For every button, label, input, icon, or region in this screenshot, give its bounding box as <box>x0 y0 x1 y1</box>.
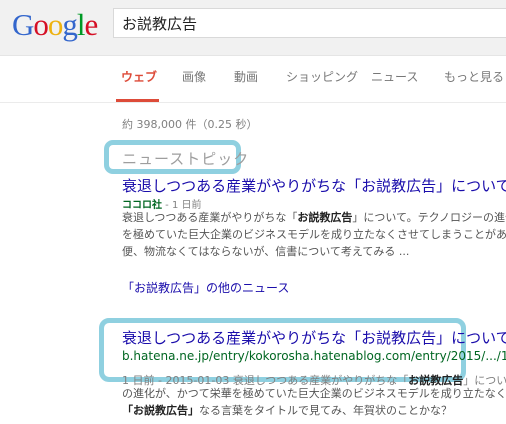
news-topic-heading: ニューストピック <box>122 150 250 168</box>
web-result-title[interactable]: 衰退しつつある産業がやりがちな「お説教広告」について <box>122 327 506 348</box>
logo-letter-g2: g <box>62 7 77 42</box>
google-logo[interactable]: Google <box>12 7 99 43</box>
tab-more[interactable]: もっと見る <box>444 68 506 85</box>
logo-letter-o1: o <box>33 7 48 42</box>
news-result-title[interactable]: 衰退しつつある産業がやりがちな「お説教広告」について <box>122 175 506 196</box>
logo-letter-g: G <box>12 7 34 42</box>
news-snippet-line-3: 便、物流なくてはならないが、信書について考えてみる ... <box>122 245 410 258</box>
snippet-highlight: 「お説教広告」 <box>122 404 199 417</box>
tab-news[interactable]: ニュース <box>371 68 418 85</box>
logo-letter-l: l <box>76 7 86 42</box>
tab-images[interactable]: 画像 <box>182 68 206 85</box>
active-tab-indicator <box>116 99 159 102</box>
web-snippet-line-2: の進化が、かつて栄華を極めていた巨大企業のビジネスモデルを成り立たなく <box>122 387 506 400</box>
snippet-text: 」について。テクノロジーの進化が <box>352 211 506 224</box>
result-stats: 約 398,000 件（0.25 秒） <box>122 118 258 131</box>
logo-letter-e: e <box>84 7 99 42</box>
snippet-highlight: お説教広告 <box>297 211 353 224</box>
tab-web[interactable]: ウェブ <box>121 68 157 85</box>
web-snippet-line-3: 「お説教広告」なる言葉をタイトルで見てみ、年賀状のことかな？ <box>122 402 452 419</box>
news-snippet-line-1: 衰退しつつある産業がやりがちな「お説教広告」について。テクノロジーの進化が <box>122 209 506 226</box>
more-news-link[interactable]: 「お説教広告」の他のニュース <box>122 279 289 296</box>
page: Google ウェブ 画像 動画 ショッピング ニュース もっと見る 約 398… <box>0 0 506 424</box>
tab-videos[interactable]: 動画 <box>234 68 258 85</box>
snippet-text: なる言葉をタイトルで見てみ、年賀状のことかな？ <box>199 404 452 417</box>
search-tabs: ウェブ 画像 動画 ショッピング ニュース もっと見る <box>0 56 506 103</box>
snippet-text: 衰退しつつある産業がやりがちな「 <box>122 211 298 224</box>
tab-more-label: もっと見る <box>444 70 505 84</box>
tab-shopping[interactable]: ショッピング <box>286 68 358 85</box>
web-result-url: b.hatena.ne.jp/entry/kokorosha.hatenablo… <box>122 349 506 363</box>
logo-letter-o2: o <box>47 7 63 42</box>
search-input[interactable] <box>122 13 502 33</box>
news-snippet-line-2: を極めていた巨大企業のビジネスモデルを成り立たなくさせてしまうことがある。 <box>122 228 506 241</box>
header: Google <box>0 0 506 56</box>
search-box <box>113 8 506 38</box>
